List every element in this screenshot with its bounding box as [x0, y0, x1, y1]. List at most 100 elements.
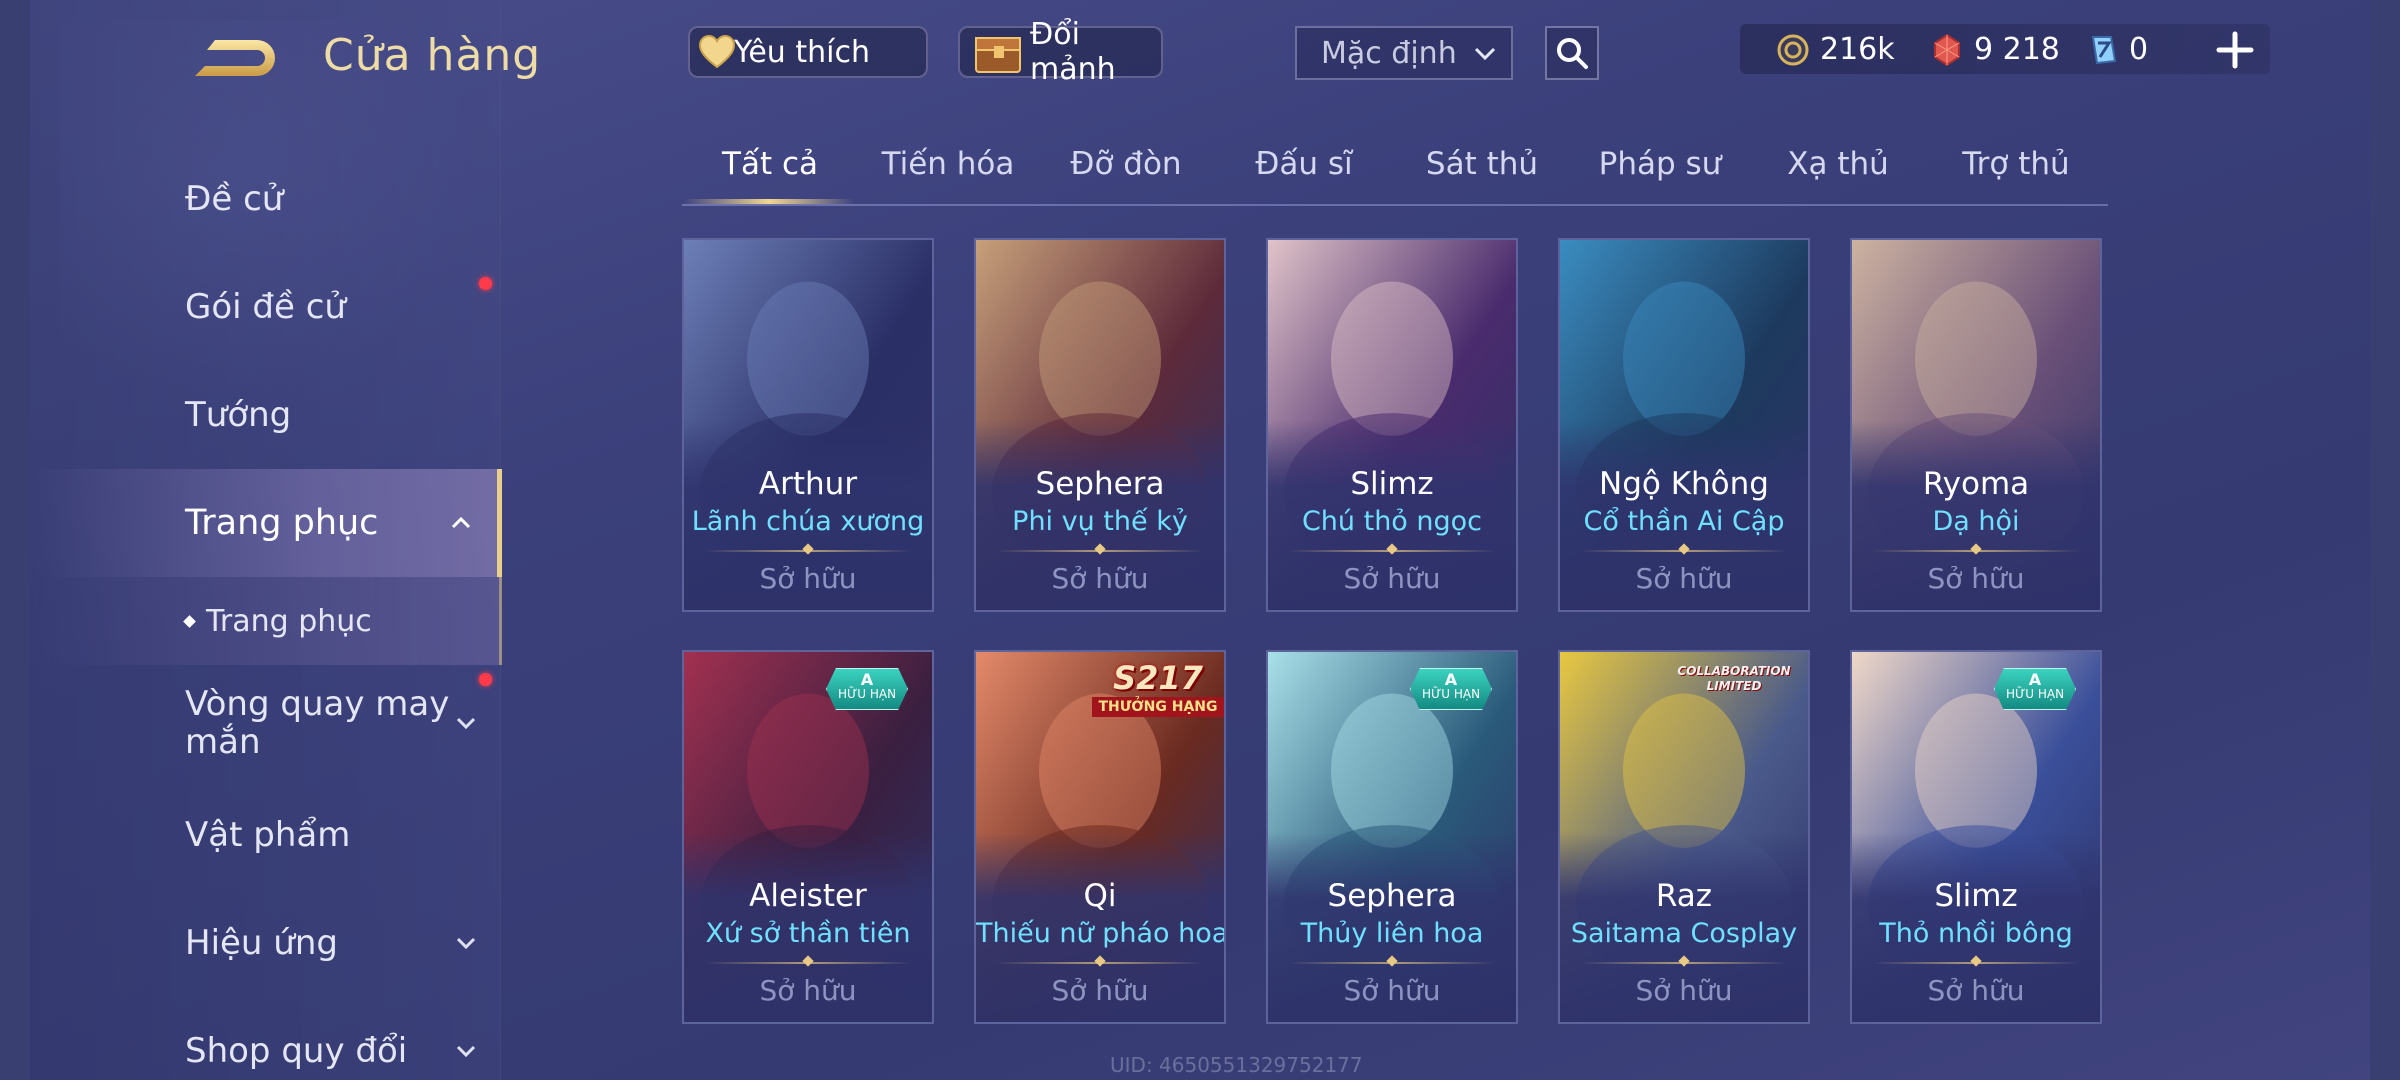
voucher-balance: 9 218 — [1930, 32, 2060, 67]
divider — [704, 955, 912, 967]
tab-assassin[interactable]: Sát thủ — [1426, 146, 1538, 182]
notification-dot — [479, 673, 492, 686]
bullet-icon — [183, 614, 196, 628]
tab-evolution[interactable]: Tiến hóa — [882, 146, 1015, 182]
skin-card[interactable]: Sephera Thủy liên hoa Sở hữu A HỮU HẠN — [1266, 650, 1518, 1024]
owned-status: Sở hữu — [1635, 562, 1733, 595]
chevron-down-icon — [1474, 47, 1496, 61]
sidebar-item-bundles[interactable]: Gói đề cử — [30, 253, 502, 361]
exchange-label: Đổi mảnh — [1030, 17, 1116, 87]
divider — [1580, 543, 1788, 555]
skin-card[interactable]: Slimz Thỏ nhồi bông Sở hữu A HỮU HẠN — [1850, 650, 2102, 1024]
owned-status: Sở hữu — [1635, 974, 1733, 1007]
limited-rank-badge: A HỮU HẠN — [826, 668, 908, 710]
badge-rank: A — [860, 670, 874, 689]
owned-status: Sở hữu — [759, 562, 857, 595]
divider — [1580, 955, 1788, 967]
sidebar-item-effects[interactable]: Hiệu ứng — [30, 889, 502, 997]
hero-name: Sephera — [1035, 466, 1165, 502]
skin-card[interactable]: Qi Thiếu nữ pháo hoa Sở hữu S217 THƯỞNG HẠNG — [974, 650, 1226, 1024]
owned-status: Sở hữu — [1927, 562, 2025, 595]
owned-status: Sở hữu — [1051, 974, 1149, 1007]
hero-name: Aleister — [749, 878, 867, 914]
owned-status: Sở hữu — [759, 974, 857, 1007]
hero-name: Sephera — [1327, 878, 1457, 914]
heart-icon — [698, 34, 736, 69]
sort-select-value: Mặc định — [1321, 35, 1457, 71]
sidebar-item-label: Đề cử — [185, 179, 284, 219]
chevron-down-icon — [456, 717, 476, 730]
tab-marksman[interactable]: Xạ thủ — [1787, 146, 1889, 182]
skin-card[interactable]: Ngộ Không Cổ thần Ai Cập Sở hữu — [1558, 238, 1810, 612]
badge-text: THƯỞNG HẠNG — [1092, 697, 1224, 717]
skin-card[interactable]: Slimz Chú thỏ ngọc Sở hữu — [1266, 238, 1518, 612]
tab-all[interactable]: Tất cả — [722, 146, 818, 182]
skin-name: Thỏ nhồi bông — [1879, 918, 2073, 949]
sidebar-item-heroes[interactable]: Tướng — [30, 361, 502, 469]
currency-bar: 216k 9 218 0 — [1740, 24, 2270, 74]
sidebar-item-lucky-wheel[interactable]: Vòng quay may mắn — [30, 665, 502, 781]
skin-name: Phi vụ thế kỷ — [1012, 506, 1188, 537]
sidebar-item-recommended[interactable]: Đề cử — [30, 145, 502, 253]
gold-balance: 216k — [1776, 32, 1895, 67]
tab-fighter[interactable]: Đấu sĩ — [1255, 146, 1352, 182]
chevron-down-icon — [456, 937, 476, 950]
treasure-chest-icon — [975, 37, 1021, 73]
exchange-fragments-button[interactable]: Đổi mảnh — [958, 17, 1163, 87]
category-tabs: Tất cả Tiến hóa Đỡ đòn Đấu sĩ Sát thủ Ph… — [682, 140, 2108, 206]
sidebar-item-label: Trang phục — [206, 603, 372, 639]
skin-name: Thủy liên hoa — [1300, 918, 1484, 949]
skin-card[interactable]: Raz Saitama Cosplay Sở hữu COLLABORATION LIM… — [1558, 650, 1810, 1024]
skin-name: Chú thỏ ngọc — [1301, 506, 1483, 537]
collaboration-badge: COLLABORATION LIMITED — [1664, 664, 1804, 700]
limited-rank-badge: A HỮU HẠN — [1994, 668, 2076, 710]
badge-text: LIMITED — [1706, 679, 1762, 693]
red-gem-icon — [1934, 33, 1960, 66]
sidebar-subitem-skins[interactable]: Trang phục — [30, 577, 502, 665]
hero-name: Slimz — [1350, 466, 1434, 502]
sidebar-item-label: Hiệu ứng — [185, 923, 338, 963]
skin-card[interactable]: Aleister Xứ sở thần tiên Sở hữu A HỮU HẠN — [682, 650, 934, 1024]
owned-status: Sở hữu — [1343, 562, 1441, 595]
skin-card[interactable]: Arthur Lãnh chúa xương Sở hữu — [682, 238, 934, 612]
notification-dot — [479, 277, 492, 290]
sidebar-item-label: Vật phẩm — [185, 815, 351, 855]
sidebar-item-items[interactable]: Vật phẩm — [30, 781, 502, 889]
badge-text: HỮU HẠN — [1421, 687, 1481, 701]
divider — [1288, 955, 1496, 967]
sidebar-item-exchange-shop[interactable]: Shop quy đổi — [30, 997, 502, 1080]
blue-crystal-icon — [2091, 35, 2117, 64]
divider — [996, 543, 1204, 555]
sidebar: Cửa hàng Đề cử Gói đề cử Tướng Trang phụ… — [30, 0, 540, 1080]
add-currency-button[interactable] — [2215, 30, 2255, 70]
search-icon — [1557, 38, 1588, 69]
tab-support[interactable]: Trợ thủ — [1962, 146, 2069, 182]
game-shop-screen: Cửa hàng Đề cử Gói đề cử Tướng Trang phụ… — [30, 0, 2370, 1080]
tab-mage[interactable]: Pháp sư — [1599, 146, 1722, 182]
sort-select[interactable]: Mặc định — [1295, 26, 1513, 80]
hero-name: Arthur — [758, 466, 858, 502]
favorites-button[interactable]: Yêu thích — [688, 26, 928, 78]
owned-status: Sở hữu — [1343, 974, 1441, 1007]
gold-value: 216k — [1820, 32, 1895, 67]
skin-name: Thiếu nữ pháo hoa — [976, 918, 1226, 949]
skin-card[interactable]: Sephera Phi vụ thế kỷ Sở hữu — [974, 238, 1226, 612]
sidebar-item-label: Gói đề cử — [185, 287, 346, 327]
sidebar-item-label: Vòng quay may mắn — [185, 684, 450, 762]
search-button[interactable] — [1545, 26, 1599, 80]
divider — [996, 955, 1204, 967]
sidebar-item-skins[interactable]: Trang phục — [30, 469, 502, 577]
sidebar-item-label: Tướng — [185, 395, 292, 435]
divider — [704, 543, 912, 555]
season-rank-badge: S217 THƯỞNG HẠNG — [1092, 660, 1224, 722]
limited-rank-badge: A HỮU HẠN — [1410, 668, 1492, 710]
divider — [1872, 543, 2080, 555]
skin-card[interactable]: Ryoma Dạ hội Sở hữu — [1850, 238, 2102, 612]
badge-text: HỮU HẠN — [837, 687, 897, 701]
active-tab-indicator — [684, 199, 854, 204]
sidebar-item-label: Trang phục — [185, 503, 379, 543]
tab-tank[interactable]: Đỡ đòn — [1070, 146, 1181, 182]
skin-name: Dạ hội — [1932, 506, 2020, 537]
favorites-label: Yêu thích — [734, 34, 870, 70]
skin-name: Cổ thần Ai Cập — [1583, 506, 1785, 537]
